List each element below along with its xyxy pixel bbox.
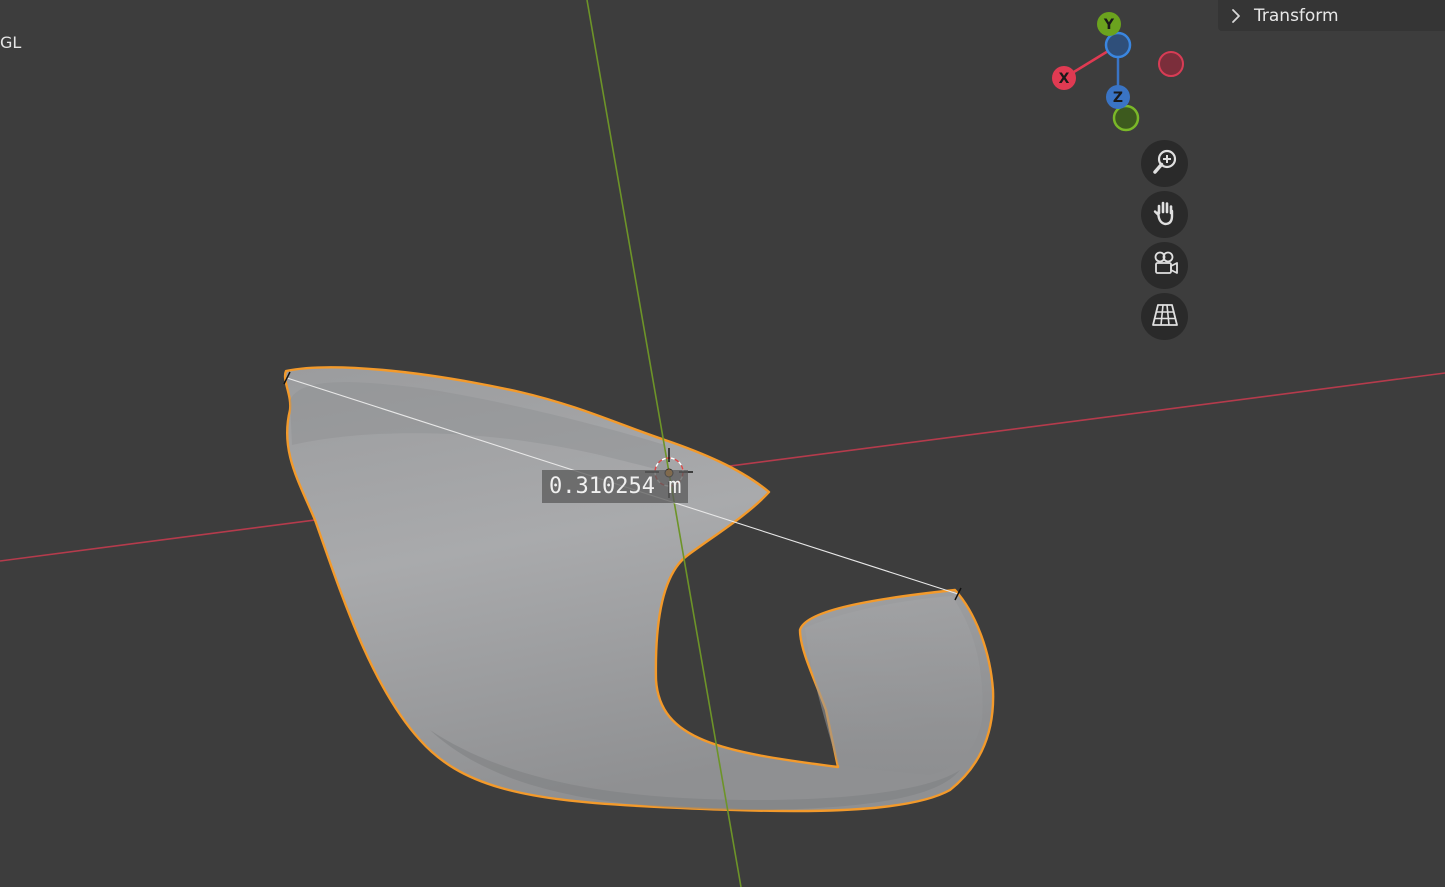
viewport-engine-label: GL	[0, 33, 22, 52]
zoom-in-icon	[1150, 147, 1180, 181]
gizmo-neg-x	[1158, 51, 1184, 77]
perspective-toggle-button[interactable]	[1141, 293, 1188, 340]
measurement-label: 0.310254 m	[542, 470, 689, 503]
gizmo-label-x: X	[1059, 71, 1070, 87]
transform-panel-title: Transform	[1254, 5, 1339, 26]
camera-icon	[1150, 249, 1180, 283]
camera-view-button[interactable]	[1141, 242, 1188, 289]
mesh-flap	[805, 596, 983, 775]
gizmo-label-y: Y	[1103, 17, 1115, 33]
gizmo-neg-y	[1112, 104, 1140, 132]
scene-canvas[interactable]: Y X Z	[0, 0, 1445, 887]
gizmo-label-z: Z	[1113, 90, 1123, 106]
3d-viewport[interactable]: Y X Z GL Transform 0.310254 m	[0, 0, 1445, 887]
hand-icon	[1150, 198, 1180, 232]
chevron-right-icon	[1218, 8, 1254, 24]
zoom-button[interactable]	[1141, 140, 1188, 187]
navigation-gizmo[interactable]: Y X Z	[1052, 12, 1184, 132]
pan-button[interactable]	[1141, 191, 1188, 238]
mesh-object[interactable]	[283, 366, 995, 813]
transform-panel-header[interactable]: Transform	[1218, 0, 1445, 31]
gizmo-neg-z	[1104, 31, 1132, 59]
grid-icon	[1150, 300, 1180, 334]
